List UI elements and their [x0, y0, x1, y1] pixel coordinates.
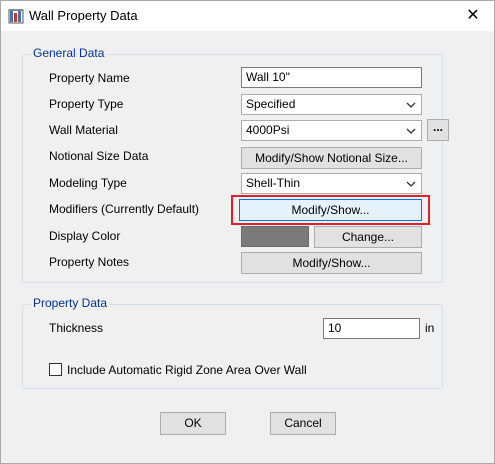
property-type-value: Specified [246, 97, 296, 111]
modifiers-label: Modifiers (Currently Default) [49, 202, 200, 216]
change-color-button[interactable]: Change... [314, 226, 422, 248]
thickness-unit: in [425, 321, 435, 335]
wall-material-value: 4000Psi [246, 123, 290, 137]
chevron-down-icon [406, 181, 416, 187]
chevron-down-icon [406, 128, 416, 134]
ok-button[interactable]: OK [160, 412, 226, 435]
wall-material-browse-button[interactable]: ... [427, 119, 449, 141]
property-type-label: Property Type [49, 97, 124, 111]
modeling-type-select[interactable]: Shell-Thin [241, 173, 422, 194]
close-button[interactable]: ✕ [452, 1, 494, 31]
wall-material-label: Wall Material [49, 123, 118, 137]
modifiers-button[interactable]: Modify/Show... [239, 199, 422, 221]
rigid-zone-checkbox[interactable] [49, 363, 62, 376]
property-type-select[interactable]: Specified [241, 94, 422, 115]
wall-material-select[interactable]: 4000Psi [241, 120, 422, 141]
property-notes-button[interactable]: Modify/Show... [241, 252, 422, 274]
notional-size-button[interactable]: Modify/Show Notional Size... [241, 147, 422, 169]
window-title: Wall Property Data [29, 8, 138, 23]
chevron-down-icon [406, 102, 416, 108]
notional-size-label: Notional Size Data [49, 149, 149, 163]
modeling-type-value: Shell-Thin [246, 176, 301, 190]
cancel-button[interactable]: Cancel [270, 412, 336, 435]
property-name-label: Property Name [49, 71, 130, 85]
general-data-title: General Data [31, 46, 107, 60]
thickness-label: Thickness [49, 321, 104, 335]
modeling-type-label: Modeling Type [49, 176, 127, 190]
wall-property-dialog: Wall Property Data ✕ General Data Proper… [0, 0, 495, 464]
rigid-zone-label: Include Automatic Rigid Zone Area Over W… [67, 363, 307, 377]
display-color-swatch[interactable] [241, 226, 309, 247]
display-color-label: Display Color [49, 229, 121, 243]
title-bar: Wall Property Data ✕ [1, 1, 494, 31]
thickness-input[interactable]: 10 [323, 318, 420, 339]
app-icon [8, 9, 24, 24]
property-name-input[interactable]: Wall 10" [241, 67, 422, 88]
property-data-title: Property Data [31, 296, 110, 310]
property-notes-label: Property Notes [49, 255, 130, 269]
